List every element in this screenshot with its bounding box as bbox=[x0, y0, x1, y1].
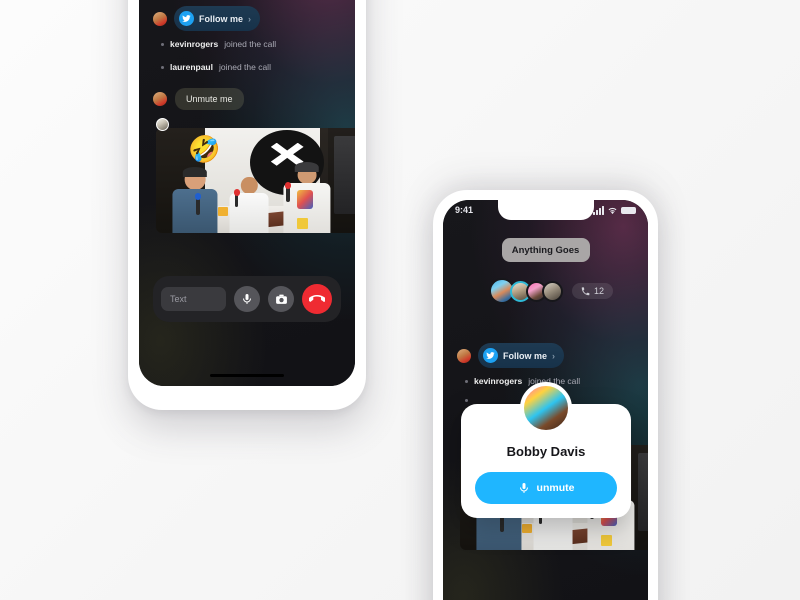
system-message-user: kevinrogers bbox=[474, 376, 523, 386]
hang-up-icon bbox=[309, 295, 325, 302]
message-sender-avatar bbox=[153, 11, 167, 26]
message-sender-avatar bbox=[457, 348, 471, 363]
participant-avatar-4[interactable] bbox=[542, 280, 563, 302]
microphone-icon bbox=[243, 294, 251, 304]
mic-button[interactable] bbox=[234, 286, 260, 312]
system-message-text: joined the call bbox=[224, 39, 277, 49]
system-message-user: laurenpaul bbox=[170, 62, 213, 72]
bullet-icon bbox=[161, 42, 164, 46]
follow-me-label: Follow me bbox=[503, 350, 548, 361]
unmute-me-label: Unmute me bbox=[186, 94, 233, 104]
message-sender-avatar bbox=[153, 92, 167, 106]
left-screen: 12 Follow me › kevinrogers joined the ca bbox=[139, 0, 355, 386]
status-time: 9:41 bbox=[455, 205, 474, 215]
video-sender-avatar bbox=[156, 118, 169, 131]
chevron-right-icon: › bbox=[552, 350, 556, 361]
camera-button[interactable] bbox=[268, 286, 294, 312]
message-unmute-row: Unmute me bbox=[153, 88, 244, 110]
bullet-icon bbox=[465, 399, 468, 402]
right-screen: 9:41 Anything Goes 12 Follow me › kevinr… bbox=[443, 200, 648, 600]
twitter-bird-icon bbox=[483, 348, 498, 363]
participants-count-badge[interactable]: 12 bbox=[572, 283, 614, 299]
signal-icon bbox=[593, 205, 604, 215]
follow-me-button[interactable]: Follow me › bbox=[478, 343, 565, 368]
system-message-row: kevinrogers joined the call bbox=[161, 39, 276, 49]
wifi-icon bbox=[608, 207, 617, 214]
dialog-user-name: Bobby Davis bbox=[506, 444, 586, 459]
phone-left: 12 Follow me › kevinrogers joined the ca bbox=[128, 0, 366, 410]
system-message-row: laurenpaul joined the call bbox=[161, 62, 271, 72]
battery-icon bbox=[621, 206, 636, 214]
twitter-bird-icon bbox=[179, 11, 194, 26]
unmute-dialog: Bobby Davis unmute bbox=[461, 382, 631, 518]
page-canvas: 12 Follow me › kevinrogers joined the ca bbox=[0, 0, 800, 600]
notch bbox=[497, 200, 594, 220]
end-call-button[interactable] bbox=[302, 284, 332, 314]
message-follow-row: Follow me › bbox=[457, 343, 565, 368]
video-message-card[interactable]: 🤣 bbox=[156, 128, 355, 233]
call-toolbar: Text bbox=[153, 276, 341, 322]
bullet-icon bbox=[161, 65, 164, 69]
system-message-text: joined the call bbox=[218, 62, 271, 72]
system-message-row: kevinrogers joined the call bbox=[465, 376, 580, 386]
participants-row: 12 bbox=[489, 278, 614, 304]
follow-me-label: Follow me bbox=[199, 13, 244, 24]
unmute-me-button[interactable]: Unmute me bbox=[175, 88, 244, 110]
phone-icon bbox=[581, 286, 590, 295]
participants-count-label: 12 bbox=[594, 286, 605, 296]
home-indicator bbox=[210, 374, 284, 377]
message-follow-row: Follow me › bbox=[153, 6, 261, 31]
video-thumbnail bbox=[156, 128, 355, 233]
system-message-user: kevinrogers bbox=[170, 39, 219, 49]
dialog-unmute-button[interactable]: unmute bbox=[475, 472, 617, 504]
bullet-icon bbox=[465, 379, 468, 383]
system-message-row bbox=[465, 399, 468, 402]
text-input[interactable]: Text bbox=[161, 287, 226, 311]
phone-right: 9:41 Anything Goes 12 Follow me › kevinr… bbox=[433, 190, 658, 600]
topic-pill[interactable]: Anything Goes bbox=[501, 238, 590, 262]
dialog-unmute-label: unmute bbox=[536, 482, 575, 494]
reaction-emoji: 🤣 bbox=[188, 134, 221, 164]
camera-icon bbox=[275, 294, 287, 304]
chevron-right-icon: › bbox=[248, 13, 252, 24]
dialog-user-avatar bbox=[520, 382, 572, 434]
follow-me-button[interactable]: Follow me › bbox=[174, 6, 261, 31]
microphone-icon bbox=[519, 483, 528, 493]
